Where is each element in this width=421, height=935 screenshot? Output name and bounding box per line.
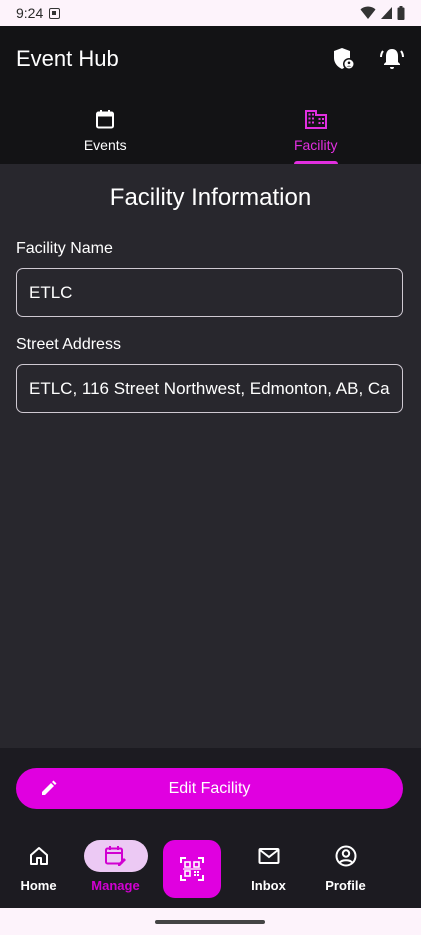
qr-scan-icon (180, 857, 204, 881)
nav-inbox[interactable]: Inbox (230, 832, 307, 893)
nav-inbox-pill (237, 840, 301, 872)
nav-home-pill (7, 840, 71, 872)
notifications-button[interactable] (379, 46, 405, 72)
pencil-icon (42, 780, 57, 795)
notification-a-icon (49, 7, 61, 19)
home-icon (29, 847, 48, 865)
tab-events-label: Events (83, 137, 127, 153)
account-circle-icon (335, 845, 356, 867)
app-title: Event Hub (16, 46, 119, 71)
bottom-nav: Home Manage Inbox Profile (0, 832, 421, 908)
cell-signal-icon (381, 7, 392, 19)
nav-inbox-label: Inbox (251, 878, 286, 893)
status-icons (360, 6, 405, 20)
facility-info-panel: Facility Information Facility Name Stree… (0, 164, 421, 748)
street-address-label: Street Address (16, 336, 121, 353)
tab-facility-label: Facility (293, 137, 338, 153)
street-address-field[interactable] (16, 364, 403, 413)
bell-alert-icon (380, 49, 404, 69)
system-gesture-area (0, 908, 421, 935)
tab-bar: Events Facility (0, 92, 421, 164)
tab-events[interactable]: Events (0, 92, 211, 164)
facility-name-label: Facility Name (16, 240, 113, 257)
nav-manage-pill (83, 840, 148, 872)
battery-icon (397, 6, 405, 20)
qr-scan-button[interactable] (163, 840, 221, 898)
status-bar: 9:24 (0, 0, 421, 26)
nav-manage-label: Manage (91, 878, 140, 893)
nav-profile-pill (314, 840, 378, 872)
page-title: Facility Information (109, 184, 312, 211)
wifi-icon (360, 6, 376, 19)
calendar-edit-icon (104, 846, 126, 866)
shield-admin-icon (334, 48, 355, 70)
nav-home-label: Home (20, 878, 57, 893)
app-bar: Event Hub (0, 26, 421, 92)
edit-facility-label: Edit Facility (168, 779, 251, 797)
nav-profile[interactable]: Profile (307, 832, 384, 893)
calendar-icon (96, 110, 115, 129)
edit-facility-button[interactable]: Edit Facility (16, 768, 403, 809)
status-time: 9:24 (16, 5, 44, 21)
tab-facility[interactable]: Facility (211, 92, 421, 164)
facility-name-field[interactable] (16, 268, 403, 317)
gesture-handle[interactable] (155, 920, 265, 924)
nav-home[interactable]: Home (0, 832, 77, 893)
mail-icon (258, 848, 279, 864)
nav-manage[interactable]: Manage (77, 832, 154, 893)
app-actions (331, 46, 405, 72)
admin-shield-button[interactable] (331, 46, 357, 72)
nav-profile-label: Profile (325, 878, 366, 893)
building-icon (304, 110, 327, 129)
